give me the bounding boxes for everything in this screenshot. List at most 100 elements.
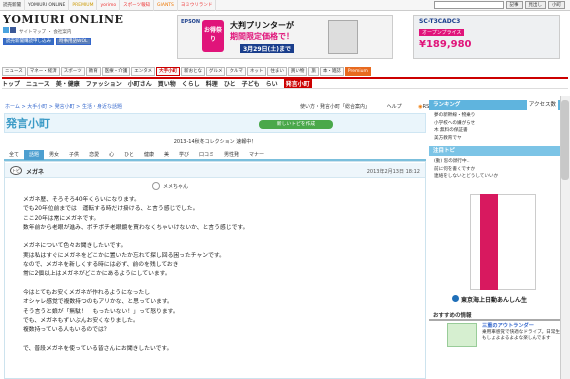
subnav-news[interactable]: ニュース <box>26 79 50 88</box>
subnav-komachisan[interactable]: 小町さん <box>128 79 152 88</box>
nav-travel[interactable]: 旅 <box>308 66 319 76</box>
nav-entertainment[interactable]: エンタメ <box>131 66 156 76</box>
tab-gender[interactable]: 男女 <box>44 150 64 160</box>
nav-gourmet[interactable]: グルメ <box>205 66 226 76</box>
ranking-item[interactable]: 木 無料の保証書 <box>434 127 475 135</box>
ranking-tab[interactable]: アクセス数 <box>526 100 558 110</box>
topic-date: 2013年2月13日 18:12 <box>366 169 420 175</box>
tab-health[interactable]: 健康 <box>139 150 159 160</box>
trend-item[interactable]: (動) 窓の顔行中.. <box>434 158 498 166</box>
nav-shopping[interactable]: 買い物 <box>287 66 308 76</box>
nav-education[interactable]: 教育 <box>85 66 101 76</box>
nav-money[interactable]: マネー・経済 <box>26 66 60 76</box>
ranking-item[interactable]: 小学校への嫌がらせ <box>434 120 475 128</box>
nav-shin-otona[interactable]: 新おとな <box>181 66 205 76</box>
subnav-shopping[interactable]: 買い物 <box>158 79 176 88</box>
scrollbar-thumb[interactable] <box>561 100 569 180</box>
company-link[interactable]: 会社案内 <box>53 30 71 35</box>
tab-male[interactable]: 男性発 <box>219 150 244 160</box>
tab-giants[interactable]: GIANTS <box>154 0 178 11</box>
tab-people[interactable]: ひと <box>119 150 139 160</box>
search-input[interactable] <box>433 1 504 9</box>
body-line: 数年前から老眼が進み、ボチボチ老眼鏡を買わなくちゃいけないか、と言う感じです。 <box>23 224 249 231</box>
subnav-fashion[interactable]: ファッション <box>86 79 122 88</box>
tab-kids[interactable]: 子供 <box>64 150 84 160</box>
printer-price-ad[interactable]: SC-T3CADC3 オープンプライス ¥189,980 <box>413 15 560 59</box>
nav-medical[interactable]: 医療・介護 <box>101 66 131 76</box>
secondary-nav: トップ ニュース 美・健康 ファッション 小町さん 買い物 くらし 料理 ひと … <box>2 77 568 89</box>
search-articles-button[interactable]: 記事 <box>505 1 523 9</box>
subnav-top[interactable]: トップ <box>2 79 20 88</box>
subnav-beauty[interactable]: 美・健康 <box>56 79 80 88</box>
ranking-title: ランキング <box>433 102 461 108</box>
tab-hochi[interactable]: スポーツ報知 <box>120 0 155 11</box>
printer-image <box>328 20 358 54</box>
hatsugen-logo[interactable]: 発言小町 <box>6 115 50 131</box>
site-logo[interactable]: YOMIURI ONLINE <box>3 13 123 26</box>
nav-otekomachi[interactable]: 大手小町 <box>156 66 181 76</box>
tab-love[interactable]: 恋愛 <box>84 150 104 160</box>
body-line: でも20年位前までは 運転する時だけ掛ける、と言う感じでした。 <box>23 206 199 213</box>
tab-yomiuriland[interactable]: ヨミウリランド <box>178 0 217 11</box>
tab-learn[interactable]: 学び <box>174 150 194 160</box>
tab-topics[interactable]: 話題 <box>24 150 45 160</box>
subscription-link[interactable]: 読売新聞購読申し込み <box>3 38 54 45</box>
twitter-icon[interactable] <box>3 27 9 33</box>
body-line: なので、メガネを新しくする時には必ず、前のを残しておき <box>23 262 179 269</box>
author-name: メメちゃん <box>163 183 189 190</box>
insurance-ad[interactable]: 東京海上日動あんしん生 <box>452 295 527 304</box>
down-arrow-icon <box>481 258 497 270</box>
breadcrumb[interactable]: ホーム > 大手小町 > 発言小町 > 生活・身近な話題 <box>5 103 122 110</box>
tab-premium[interactable]: PREMIUM <box>69 0 98 11</box>
subnav-hatsugen-komachi[interactable]: 発言小町 <box>283 79 312 88</box>
guide-link[interactable]: 使い方・発言小町「総合案内」 <box>300 104 370 110</box>
osusume-text: 三重のアウトランダー 乗用車感覚で快適なドライブ。日常生活にもしょよよるよよな楽… <box>482 323 570 343</box>
new-topic-button[interactable]: 新しいトピを作成 <box>259 120 333 129</box>
outlander-thumbnail[interactable] <box>447 323 477 347</box>
ad-model: SC-T3CADC3 <box>419 18 461 25</box>
tab-yorimo[interactable]: yorimo <box>97 0 121 11</box>
tab-manners[interactable]: マナー <box>244 150 269 160</box>
nav-sports[interactable]: スポーツ <box>60 66 85 76</box>
trend-item[interactable]: 前に何を書くですか <box>434 166 498 174</box>
tab-all[interactable]: 全て <box>4 150 24 160</box>
top-bar: 読売新聞 YOMIURI ONLINE PREMIUM yorimo スポーツ報… <box>0 0 570 11</box>
topic-title: メガネ <box>26 169 45 176</box>
nav-net[interactable]: ネット <box>246 66 267 76</box>
jiji-link[interactable]: 時事用語WOL <box>56 38 91 45</box>
body-line: で、普段メガネを使っている皆さんにお聞きしたいです。 <box>23 345 173 352</box>
ranking-list: 夢の新幹線・物乗り 小学校への嫌がらせ 木 無料の保証書 美方教育でヤ <box>434 112 475 142</box>
nav-housing[interactable]: 住まい <box>267 66 287 76</box>
tab-yomiuri-online[interactable]: YOMIURI ONLINE <box>25 0 70 11</box>
epson-ad-banner[interactable]: EPSON お得祭り 大判プリンターが 期間限定価格で！ 3月29日(土)まで <box>177 15 393 59</box>
tab-yomiuri-shimbun[interactable]: 読売新聞 <box>0 0 25 11</box>
tab-reviews[interactable]: 口コミ <box>194 150 219 160</box>
subnav-children[interactable]: 子ども <box>242 79 260 88</box>
trend-item[interactable]: 連絡をしないとどうしていいか <box>434 173 498 181</box>
body-gap <box>23 233 413 242</box>
search-headlines-button[interactable]: 見出し <box>524 1 546 9</box>
help-links: 使い方・発言小町「総合案内」 ヘルプ ◉RSS <box>300 103 432 110</box>
osusume-body: 乗用車感覚で快適なドライブ。日常生活にもしょよよるよよな楽しんでます <box>482 329 570 342</box>
tab-heart[interactable]: 心 <box>104 150 119 160</box>
tokio-logo-icon <box>452 295 459 302</box>
search-komachi-button[interactable]: 小町 <box>548 1 565 9</box>
tab-beauty[interactable]: 美 <box>159 150 174 160</box>
subnav-life[interactable]: くらし <box>182 79 200 88</box>
header-links: サイトマップ ・ 会社案内 読売新聞購読申し込み 時事用語WOL <box>3 27 93 45</box>
ranking-item[interactable]: 夢の新幹線・物乗り <box>434 112 475 120</box>
ranking-item[interactable]: 美方教育でヤ <box>434 135 475 143</box>
nav-premium[interactable]: Premium <box>344 66 371 76</box>
nav-books[interactable]: 本・雑誌 <box>319 66 344 76</box>
nav-news[interactable]: ニュース <box>2 66 26 76</box>
subnav-people[interactable]: ひと <box>224 79 236 88</box>
facebook-icon[interactable] <box>10 27 16 33</box>
help-link[interactable]: ヘルプ <box>387 104 402 110</box>
subnav-rai[interactable]: らい <box>266 79 278 88</box>
subnav-cooking[interactable]: 料理 <box>206 79 218 88</box>
sitemap-link[interactable]: サイトマップ <box>19 30 46 35</box>
avatar-icon <box>152 182 160 190</box>
collection-banner[interactable]: 2013-14秋冬コレクション 速報中！ <box>4 138 426 147</box>
body-line: でも、メガネもずいぶんお安くなりました。 <box>23 317 139 324</box>
nav-car[interactable]: クルマ <box>226 66 246 76</box>
